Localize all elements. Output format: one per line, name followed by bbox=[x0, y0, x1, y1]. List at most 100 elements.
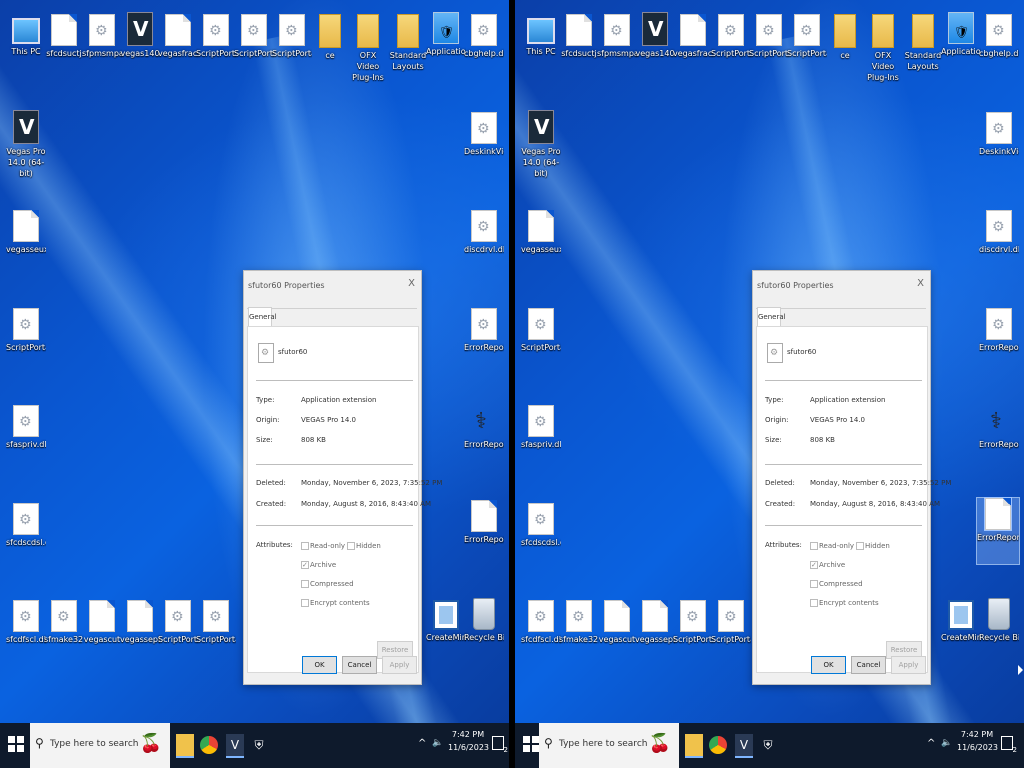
desktop-file-icon[interactable]: sfmake32.dll bbox=[559, 600, 599, 645]
windows-start-icon[interactable] bbox=[8, 736, 24, 752]
chrome-icon[interactable] bbox=[709, 736, 727, 754]
desktop-file-icon[interactable]: ScriptPortal... bbox=[234, 14, 274, 59]
desktop-file-icon[interactable]: ErrorReport... bbox=[979, 308, 1019, 353]
desktop-file-icon[interactable]: sfpmsmpa... bbox=[597, 14, 637, 59]
desktop-folder-icon[interactable]: OFX Video Plug-Ins bbox=[863, 14, 903, 83]
apply-button[interactable]: Apply bbox=[891, 656, 926, 674]
archive-checkbox[interactable]: ✓ bbox=[301, 561, 309, 569]
desktop-file-icon[interactable]: sfpmsmpa... bbox=[82, 14, 122, 59]
apply-button[interactable]: Apply bbox=[382, 656, 417, 674]
readonly-checkbox[interactable] bbox=[301, 542, 309, 550]
desktop-file-icon[interactable]: ErrorReport... bbox=[464, 308, 504, 353]
desktop-file-icon[interactable]: Application... bbox=[426, 12, 466, 57]
desktop-file-icon[interactable]: DeskinkVid... bbox=[464, 112, 504, 157]
desktop-file-icon[interactable]: sfaspriv.dll bbox=[6, 405, 46, 450]
desktop-file-icon[interactable]: vegas140 bbox=[120, 12, 160, 59]
desktop-file-icon[interactable]: ScriptPortal... bbox=[711, 14, 751, 59]
desktop-file-icon[interactable]: vegasseuxtut bbox=[6, 210, 46, 255]
tab-general[interactable]: General bbox=[248, 307, 277, 326]
desktop-file-icon[interactable]: sfcdscdsl.dll bbox=[521, 503, 561, 548]
desktop-file-icon-selected[interactable]: ErrorRepor... bbox=[976, 497, 1020, 565]
desktop-file-icon[interactable]: ErrorReport... bbox=[979, 405, 1019, 450]
taskbar-search[interactable]: ⚲ Type here to search 🍒 bbox=[30, 723, 170, 768]
desktop-file-icon[interactable]: Application... bbox=[941, 12, 981, 57]
hidden-checkbox[interactable] bbox=[856, 542, 864, 550]
desktop-file-icon[interactable]: cbghelp.dll bbox=[979, 14, 1019, 59]
desktop-file-icon[interactable]: discdrvl.dll bbox=[464, 210, 504, 255]
readonly-checkbox[interactable] bbox=[810, 542, 818, 550]
search-input[interactable]: Type here to search bbox=[559, 739, 647, 749]
desktop-file-icon[interactable]: sfaspriv.dll bbox=[521, 405, 561, 450]
compressed-checkbox[interactable] bbox=[301, 580, 309, 588]
desktop-file-icon[interactable]: CreateMini... bbox=[426, 600, 466, 643]
desktop-file-icon[interactable]: DeskinkVid... bbox=[979, 112, 1019, 157]
desktop-file-icon[interactable]: ErrorRepor... bbox=[464, 500, 504, 545]
desktop-file-icon[interactable]: vegasseptor bbox=[635, 600, 675, 645]
desktop-file-icon[interactable]: sfcdscdsl.dll bbox=[6, 503, 46, 548]
taskbar-clock[interactable]: 7:42 PM 11/6/2023 bbox=[957, 728, 998, 754]
desktop-folder-icon[interactable]: ce bbox=[310, 14, 350, 61]
desktop-file-icon[interactable]: ScriptPortal... bbox=[749, 14, 789, 59]
desktop-file-icon[interactable]: ScriptPortal... bbox=[196, 14, 236, 59]
tray-chevron-icon[interactable]: ^ bbox=[927, 738, 935, 749]
encrypt-checkbox[interactable] bbox=[301, 599, 309, 607]
ok-button[interactable]: OK bbox=[811, 656, 846, 674]
desktop-file-icon[interactable]: vegascut bbox=[597, 600, 637, 645]
volume-muted-icon[interactable]: 🔈 bbox=[941, 738, 952, 748]
search-input[interactable]: Type here to search bbox=[50, 739, 138, 749]
cancel-button[interactable]: Cancel bbox=[851, 656, 886, 674]
tray-chevron-icon[interactable]: ^ bbox=[418, 738, 426, 749]
compressed-checkbox[interactable] bbox=[810, 580, 818, 588]
desktop-folder-icon[interactable]: Standard Layouts bbox=[388, 14, 428, 72]
desktop-file-icon[interactable]: ScriptPortal... bbox=[6, 308, 46, 353]
recycle-bin-shortcut[interactable]: Recycle Bin bbox=[464, 598, 504, 643]
desktop-file-icon[interactable]: sfcdsuctj bbox=[44, 14, 84, 59]
desktop-file-icon[interactable]: ScriptPortal... bbox=[158, 600, 198, 645]
desktop-file-icon[interactable]: vegasfractut bbox=[158, 14, 198, 59]
archive-checkbox[interactable]: ✓ bbox=[810, 561, 818, 569]
desktop-folder-icon[interactable]: ce bbox=[825, 14, 865, 61]
hidden-checkbox[interactable] bbox=[347, 542, 355, 550]
vegas-taskbar-icon[interactable]: V bbox=[226, 734, 244, 758]
desktop-file-icon[interactable]: ScriptPortal... bbox=[196, 600, 236, 645]
desktop-folder-icon[interactable]: OFX Video Plug-Ins bbox=[348, 14, 388, 83]
desktop-file-icon[interactable]: ScriptPortal... bbox=[711, 600, 751, 645]
desktop-file-icon[interactable]: ScriptPortal... bbox=[673, 600, 713, 645]
desktop-file-icon[interactable]: vegasseptor bbox=[120, 600, 160, 645]
desktop-file-icon[interactable]: ErrorReport... bbox=[464, 405, 504, 450]
desktop-file-icon[interactable]: vegas140 bbox=[635, 12, 675, 59]
this-pc-icon[interactable]: This PC bbox=[521, 14, 561, 57]
desktop-file-icon[interactable]: sfmake32.dll bbox=[44, 600, 84, 645]
vegas-taskbar-icon[interactable]: V bbox=[735, 734, 753, 758]
desktop-file-icon[interactable]: sfcdfscl.dll bbox=[6, 600, 46, 645]
chrome-icon[interactable] bbox=[200, 736, 218, 754]
tab-general[interactable]: General bbox=[757, 307, 786, 326]
desktop-file-icon[interactable]: sfcdfscl.dll bbox=[521, 600, 561, 645]
ok-button[interactable]: OK bbox=[302, 656, 337, 674]
file-explorer-icon[interactable] bbox=[685, 734, 703, 758]
desktop-file-icon[interactable]: vegasfractut bbox=[673, 14, 713, 59]
desktop-file-icon[interactable]: CreateMini... bbox=[941, 600, 981, 643]
desktop-file-icon[interactable]: discdrvl.dll bbox=[979, 210, 1019, 255]
vegas-pro-shortcut[interactable]: Vegas Pro 14.0 (64-bit) bbox=[6, 110, 46, 179]
security-shield-icon[interactable]: ⛨ bbox=[250, 734, 268, 756]
close-icon[interactable]: X bbox=[408, 278, 415, 289]
security-shield-icon[interactable]: ⛨ bbox=[759, 734, 777, 756]
desktop-file-icon[interactable]: ScriptPortal... bbox=[272, 14, 312, 59]
taskbar-clock[interactable]: 7:42 PM 11/6/2023 bbox=[448, 728, 489, 754]
taskbar-search[interactable]: ⚲ Type here to search 🍒 bbox=[539, 723, 679, 768]
notification-icon[interactable]: 2 bbox=[1001, 736, 1017, 754]
vegas-pro-shortcut[interactable]: Vegas Pro 14.0 (64-bit) bbox=[521, 110, 561, 179]
file-explorer-icon[interactable] bbox=[176, 734, 194, 758]
desktop-folder-icon[interactable]: Standard Layouts bbox=[903, 14, 943, 72]
desktop-file-icon[interactable]: vegascut bbox=[82, 600, 122, 645]
desktop-file-icon[interactable]: vegasseuxtut bbox=[521, 210, 561, 255]
close-icon[interactable]: X bbox=[917, 278, 924, 289]
cancel-button[interactable]: Cancel bbox=[342, 656, 377, 674]
desktop-file-icon[interactable]: sfcdsuctj bbox=[559, 14, 599, 59]
this-pc-icon[interactable]: This PC bbox=[6, 14, 46, 57]
notification-icon[interactable]: 2 bbox=[492, 736, 508, 754]
recycle-bin-shortcut[interactable]: Recycle Bin bbox=[979, 598, 1019, 643]
encrypt-checkbox[interactable] bbox=[810, 599, 818, 607]
volume-muted-icon[interactable]: 🔈 bbox=[432, 738, 443, 748]
